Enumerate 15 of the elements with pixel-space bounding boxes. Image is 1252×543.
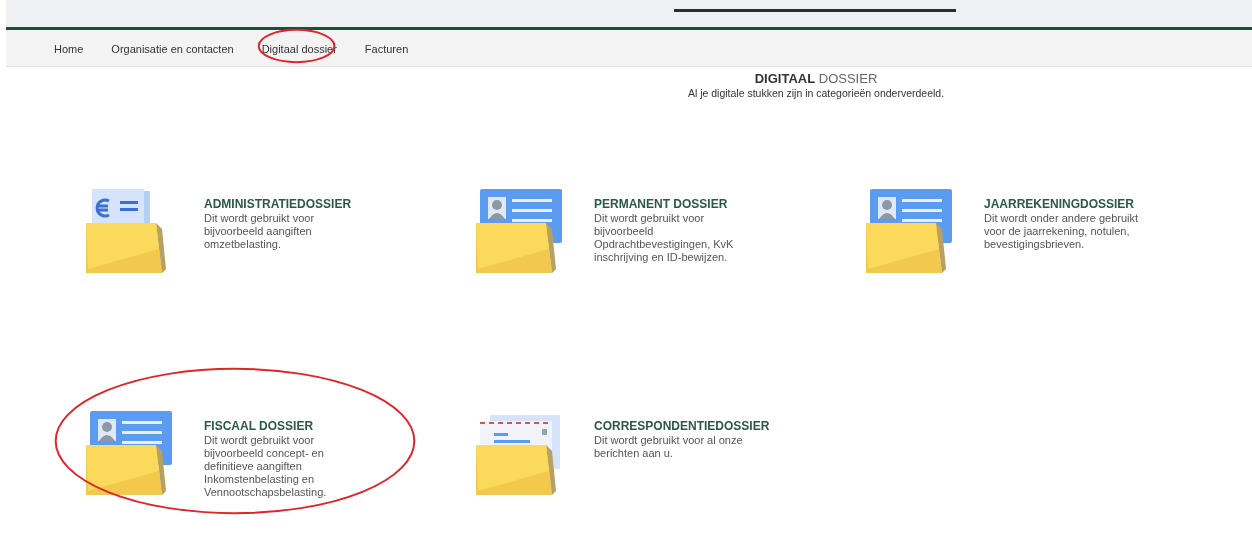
nav-link[interactable]: Home bbox=[54, 43, 84, 55]
nav-link[interactable]: Facturen bbox=[364, 43, 409, 55]
dossier-description: Dit wordt gebruikt voor bijvoorbeeld concept- en definitieve aangiften Inkomstenbelasting en Vennootschapsbelasting. bbox=[204, 434, 327, 499]
dossier-description: Dit wordt gebruikt voor bijvoorbeeld Opdrachtbevestigingen, KvK inschrijving en ID-bewijzen. bbox=[594, 212, 734, 264]
dossier-title[interactable]: CORRESPONDENTIEDOSSIER bbox=[594, 419, 770, 433]
page-subtitle: Al je digitale stukken zijn in categorieën onderverdeeld. bbox=[686, 87, 946, 99]
dossier-title[interactable]: JAARREKENINGDOSSIER bbox=[984, 197, 1139, 211]
dossier-description: Dit wordt gebruikt voor al onze berichten aan u. bbox=[594, 434, 744, 460]
dossier-title[interactable]: FISCAAL DOSSIER bbox=[204, 419, 327, 433]
nav-link[interactable]: Organisatie en contacten bbox=[111, 43, 234, 55]
page-title: DIGITAAL DOSSIER bbox=[754, 71, 878, 86]
dossier-title[interactable]: ADMINISTRATIEDOSSIER bbox=[204, 197, 352, 211]
dossier-description: Dit wordt onder andere gebruikt voor de jaarrekening, notulen, bevestigingsbrieven. bbox=[984, 212, 1139, 251]
dossier-title[interactable]: PERMANENT DOSSIER bbox=[594, 197, 734, 211]
dossier-description: Dit wordt gebruikt voor bijvoorbeeld aangiften omzetbelasting. bbox=[204, 212, 316, 251]
